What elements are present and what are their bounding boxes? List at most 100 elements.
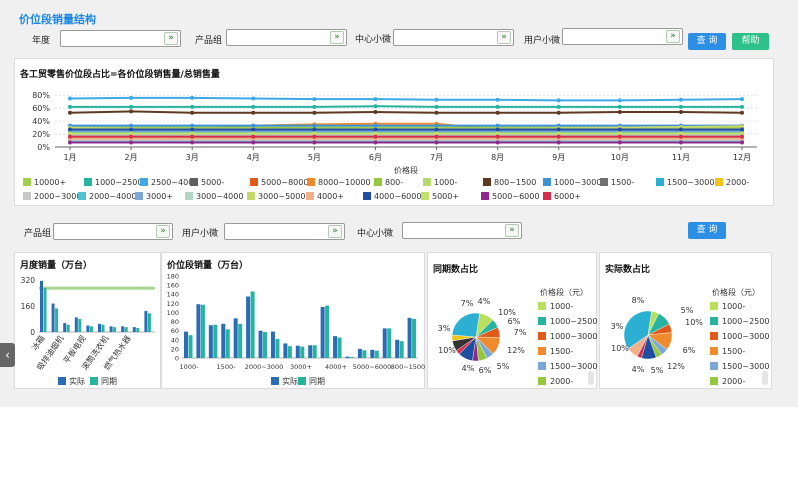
bar-actual (40, 280, 43, 332)
bar-actual (295, 345, 300, 358)
chevron-left-icon[interactable]: ‹ (0, 343, 15, 367)
query-button[interactable]: 查 询 (688, 33, 726, 50)
legend-label: 1000~3000 (554, 178, 602, 187)
legend-swatch (543, 192, 551, 200)
legend-item[interactable]: 8000~10000 (307, 178, 371, 188)
legend-item[interactable]: 4000+ (306, 192, 344, 202)
year-select[interactable]: » (60, 30, 181, 47)
legend-item[interactable]: 1000- (423, 178, 457, 188)
chevron-double-down-icon[interactable]: » (328, 225, 342, 238)
data-point (617, 104, 622, 109)
data-point (617, 98, 622, 103)
y-tick-label: 40% (32, 117, 50, 126)
bar-prior (412, 318, 417, 358)
legend-scrollbar[interactable] (762, 371, 768, 385)
legend-item[interactable]: 800~1500 (483, 178, 536, 188)
legend-item[interactable]: 2000~3000 (23, 192, 81, 202)
data-point (68, 134, 72, 139)
legend-item[interactable]: 1500~3000 (656, 178, 714, 188)
data-point (495, 127, 500, 132)
legend-item[interactable]: 1000~3000 (543, 178, 601, 188)
legend-item[interactable]: 800- (374, 178, 403, 188)
bar-actual (333, 336, 338, 358)
help-button[interactable]: 帮助 (732, 33, 769, 50)
chevron-double-down-icon[interactable]: » (497, 31, 511, 44)
legend-item[interactable]: 2000- (715, 178, 749, 188)
legend-scrollbar[interactable] (588, 371, 594, 385)
x-tick-label: 2月 (125, 153, 138, 162)
user-select-2[interactable]: » (224, 223, 345, 240)
bar-prior (325, 305, 330, 358)
bar-actual (98, 323, 101, 332)
legend-item[interactable]: 5000~8000 (250, 178, 308, 188)
legend-item[interactable]: 3000~5000 (247, 192, 305, 202)
x-tick-label: 11月 (672, 153, 690, 162)
chevron-double-down-icon[interactable]: » (164, 32, 178, 45)
data-point (678, 140, 683, 145)
bar-actual (308, 345, 313, 358)
pie-label: 10% (611, 344, 629, 353)
pie-label: 6% (508, 317, 521, 326)
legend-item[interactable]: 1000~2500 (84, 178, 142, 188)
chevron-double-down-icon[interactable]: » (505, 224, 519, 237)
data-point (617, 127, 622, 132)
data-point (251, 140, 256, 145)
center-select[interactable]: » (393, 29, 514, 46)
product-group-select-2[interactable]: » (53, 223, 173, 240)
product-group-select[interactable]: » (226, 29, 347, 46)
chevron-double-down-icon[interactable]: » (156, 225, 170, 238)
pie-label: 5% (497, 362, 510, 371)
pie-legend-label: 1500- (550, 347, 573, 356)
legend-item[interactable]: 5000- (190, 178, 224, 188)
x-category-label: 1500- (217, 363, 237, 371)
bar-actual (246, 296, 251, 358)
legend-item[interactable]: 4000~6000 (363, 192, 421, 202)
bar-actual (144, 310, 148, 332)
legend-item[interactable]: 2000~4000 (78, 192, 136, 202)
data-point (678, 127, 683, 132)
legend-swatch (190, 178, 198, 186)
pie-legend-swatch (538, 347, 546, 355)
legend-item[interactable]: 6000+ (543, 192, 581, 202)
legend-swatch-actual (58, 377, 66, 385)
bar-prior (250, 291, 255, 358)
legend-item[interactable]: 1500- (600, 178, 634, 188)
bar-actual (320, 306, 325, 358)
bar-actual (407, 317, 412, 358)
legend-item[interactable]: 3000~4000 (185, 192, 243, 202)
chevron-double-down-icon[interactable]: » (666, 30, 680, 43)
y-tick-label: 140 (167, 291, 179, 299)
bar-actual (184, 331, 188, 358)
legend-swatch (84, 178, 92, 186)
center-select-2[interactable]: » (402, 222, 522, 239)
legend-item[interactable]: 5000+ (421, 192, 459, 202)
pie-legend-label: 1500~3000 (722, 362, 769, 371)
data-point (251, 110, 256, 115)
bar-prior (66, 324, 70, 332)
legend-label: 2000- (726, 178, 750, 187)
pie-legend-swatch (538, 362, 546, 370)
legend-item[interactable]: 10000+ (23, 178, 66, 188)
pie-label: 10% (438, 346, 456, 355)
legend-swatch-prior (90, 377, 98, 385)
bar-actual (121, 326, 125, 332)
center-label-2: 中心小微 (357, 229, 394, 239)
chevron-double-down-icon[interactable]: » (330, 31, 344, 44)
pie-legend-label: 2000- (550, 377, 573, 386)
legend-swatch (78, 192, 86, 200)
bar-prior (287, 346, 292, 358)
legend-swatch (600, 178, 608, 186)
data-point (434, 104, 439, 109)
pie-legend-swatch (710, 347, 718, 355)
query-button-2[interactable]: 查 询 (688, 222, 726, 239)
bar-actual (86, 325, 90, 332)
bar-actual (370, 349, 375, 358)
legend-label: 5000- (201, 178, 225, 187)
legend-item[interactable]: 5000~6000 (481, 192, 539, 202)
data-point (312, 110, 317, 115)
bar-prior (147, 313, 151, 332)
user-select[interactable]: » (562, 28, 683, 45)
bar-prior (387, 328, 392, 358)
legend-swatch (374, 178, 382, 186)
legend-item[interactable]: 3000+ (135, 192, 173, 202)
